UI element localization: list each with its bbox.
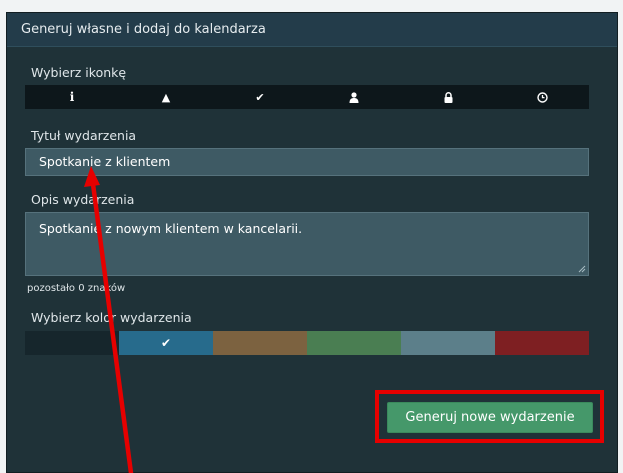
- event-title-label: Tytuł wydarzenia: [31, 128, 137, 143]
- lock-icon: [444, 91, 452, 103]
- event-description-textarea[interactable]: Spotkanie z nowym klientem w kancelarii.: [25, 212, 589, 276]
- icon-option-clock[interactable]: [495, 85, 589, 109]
- user-icon: [349, 91, 359, 103]
- screenshot-stage: Generuj własne i dodaj do kalendarza Wyb…: [0, 0, 623, 473]
- color-swatch-brown[interactable]: [213, 331, 307, 355]
- check-icon: ✔: [160, 336, 172, 350]
- warning-icon: ▲: [161, 90, 171, 104]
- char-counter: pozostało 0 znaków: [27, 283, 126, 294]
- generate-event-button[interactable]: Generuj nowe wydarzenie: [387, 402, 593, 433]
- event-title-input[interactable]: Spotkanie z klientem: [25, 148, 589, 176]
- color-swatch-blue[interactable]: ✔: [119, 331, 213, 355]
- icon-option-warning[interactable]: ▲: [119, 85, 213, 109]
- event-description-label: Opis wydarzenia: [31, 192, 135, 207]
- panel-title: Generuj własne i dodaj do kalendarza: [7, 13, 617, 47]
- icon-picker: i ▲ ✔: [25, 85, 589, 109]
- check-icon: ✔: [255, 90, 265, 104]
- info-icon: i: [69, 90, 75, 104]
- icon-option-lock[interactable]: [401, 85, 495, 109]
- color-picker-label: Wybierz kolor wydarzenia: [31, 310, 192, 325]
- icon-option-user[interactable]: [307, 85, 401, 109]
- color-swatch-green[interactable]: [307, 331, 401, 355]
- icon-picker-label: Wybierz ikonkę: [31, 65, 127, 80]
- resize-handle-icon[interactable]: [578, 265, 586, 273]
- icon-option-check[interactable]: ✔: [213, 85, 307, 109]
- color-swatch-grey-blue[interactable]: [401, 331, 495, 355]
- event-description-text: Spotkanie z nowym klientem w kancelarii.: [39, 221, 303, 236]
- color-swatch-dark[interactable]: [25, 331, 119, 355]
- color-picker: ✔: [25, 331, 589, 355]
- icon-option-info[interactable]: i: [25, 85, 119, 109]
- clock-icon: [536, 91, 548, 103]
- color-swatch-red[interactable]: [495, 331, 589, 355]
